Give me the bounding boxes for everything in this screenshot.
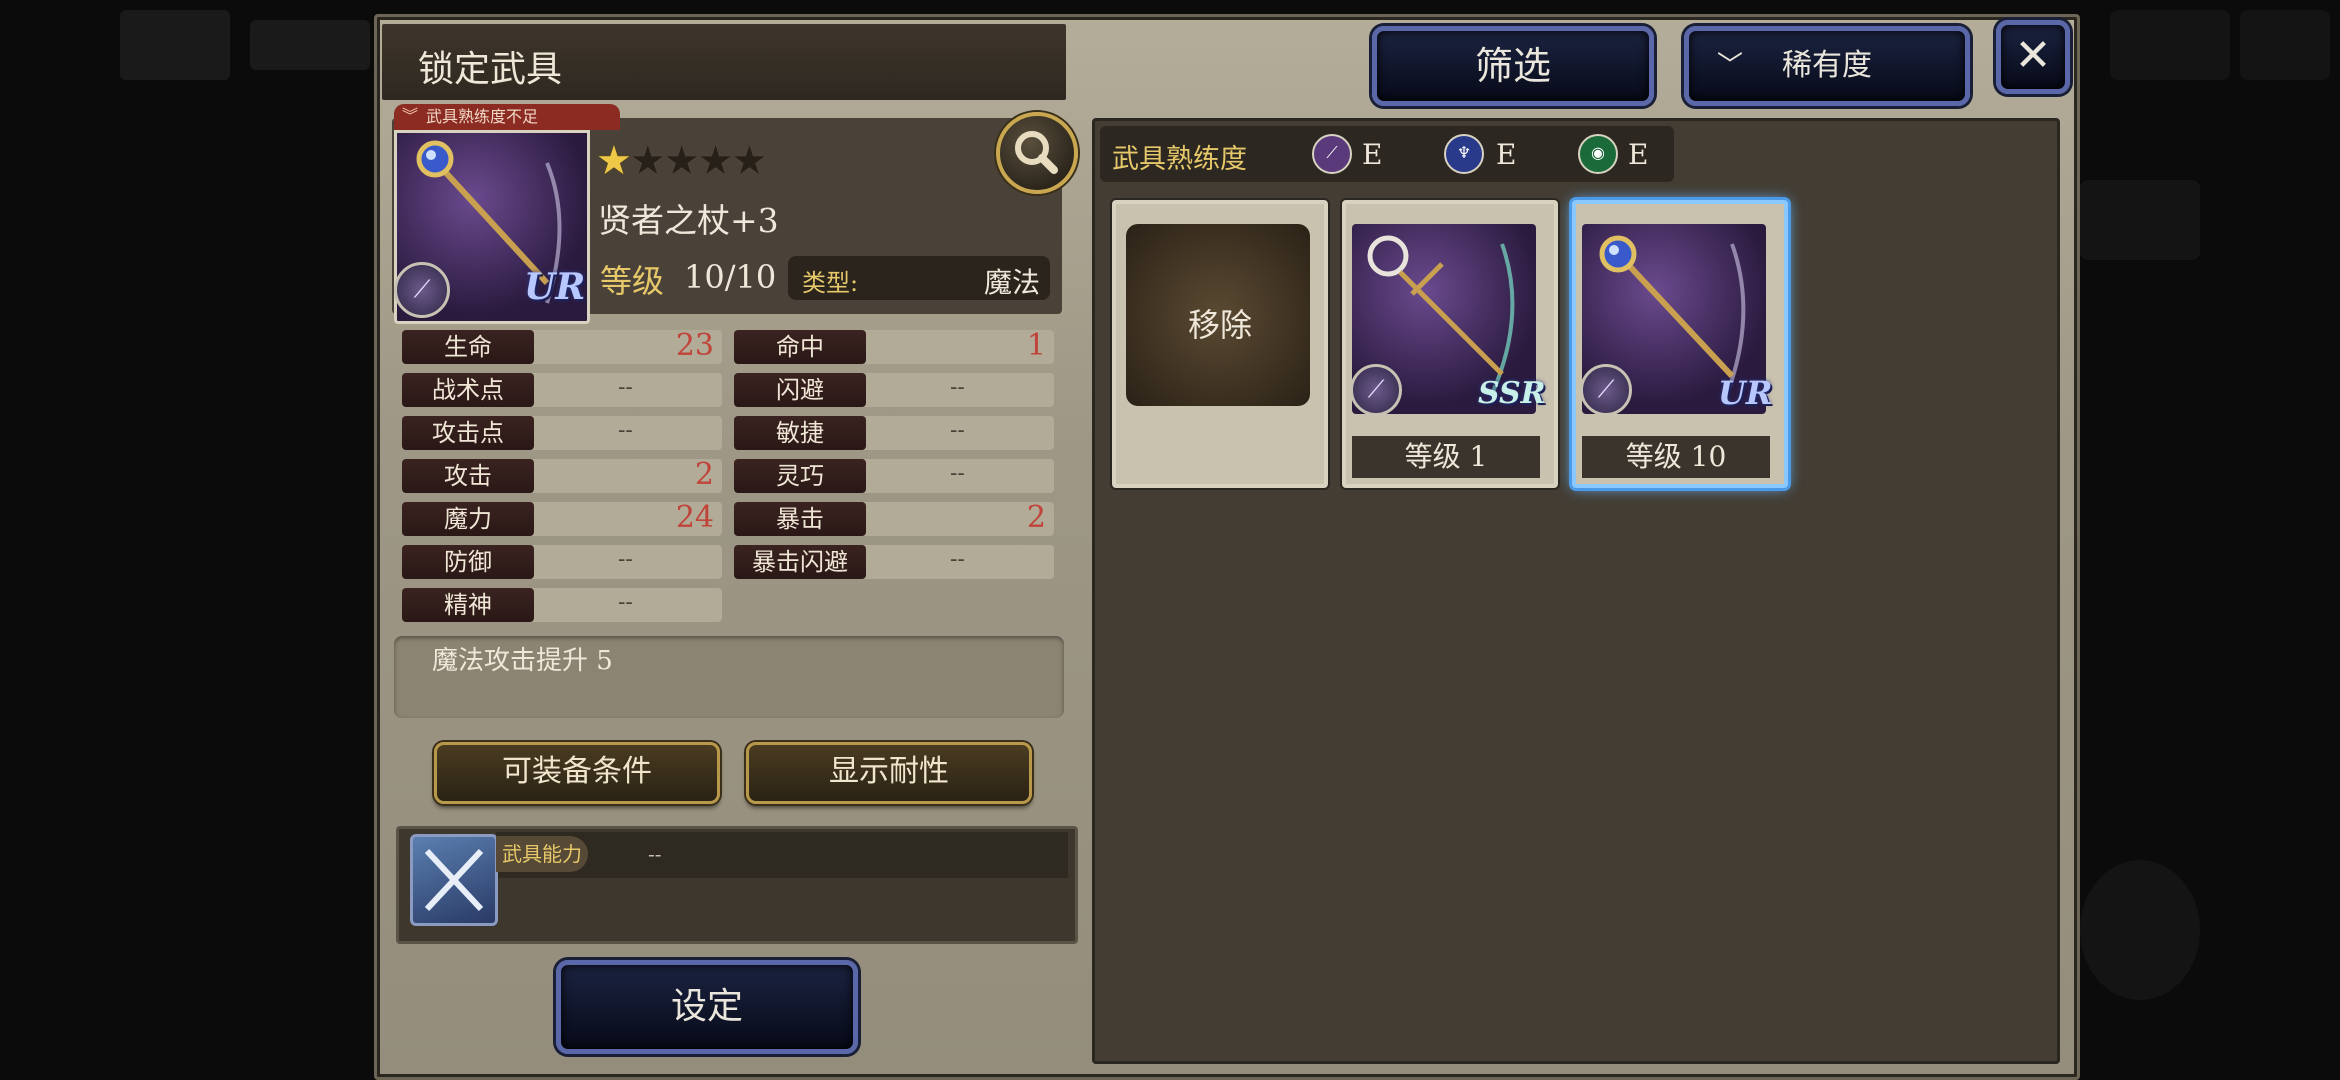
stat-name: 战术点 <box>402 373 534 407</box>
stat-row-spirit: 精神 -- <box>402 588 722 622</box>
title-bar: 锁定武具 <box>382 24 1066 100</box>
stat-row-hit: 命中 1 <box>734 328 1054 364</box>
close-icon: ✕ <box>2014 30 2052 81</box>
magnify-button[interactable] <box>996 112 1078 194</box>
stat-name: 暴击闪避 <box>734 545 866 579</box>
close-button[interactable]: ✕ <box>1996 20 2070 94</box>
shield-icon: ◉ <box>1578 134 1618 174</box>
stat-value: 2 <box>694 457 714 492</box>
staff-type-icon: ⟋ <box>1580 364 1632 416</box>
star-icon-filled: ★ <box>596 138 632 184</box>
panel-title: 锁定武具 <box>418 49 563 90</box>
show-resistance-button[interactable]: 显示耐性 <box>746 742 1032 804</box>
proficiency-grade-shield: E <box>1628 138 1649 171</box>
equip-conditions-button[interactable]: 可装备条件 <box>434 742 720 804</box>
sort-rarity-label: 稀有度 <box>1782 48 1872 83</box>
proficiency-label: 武具熟练度 <box>1112 144 1247 175</box>
stat-name: 敏捷 <box>734 416 866 450</box>
stat-row-critical-evasion: 暴击闪避 -- <box>734 545 1054 579</box>
filter-button[interactable]: 筛选 <box>1372 26 1654 106</box>
staff-icon: ♆ <box>1444 134 1484 174</box>
proficiency-grade-staff: E <box>1496 138 1517 171</box>
weapon-ability-value: -- <box>648 842 662 866</box>
stat-row-hp: 生命 23 <box>402 328 722 364</box>
stat-row-tp: 战术点 -- <box>402 373 722 407</box>
proficiency-warning-text: 武具熟练度不足 <box>426 107 539 126</box>
stat-value: -- <box>950 547 965 572</box>
card-rarity-badge: UR <box>1718 374 1773 412</box>
rarity-badge: UR <box>524 266 586 308</box>
stat-value: 24 <box>675 500 714 535</box>
stat-value: 2 <box>1026 500 1046 535</box>
level-value: 10/10 <box>684 258 777 296</box>
double-chevron-icon: ︾ <box>402 106 419 125</box>
staff-type-icon: ⟋ <box>1350 364 1402 416</box>
stat-row-dexterity: 灵巧 -- <box>734 459 1054 493</box>
stat-row-attack: 攻击 2 <box>402 457 722 493</box>
background-right-circle <box>2080 860 2200 1000</box>
stat-name: 灵巧 <box>734 459 866 493</box>
staff-type-icon: ⟋ <box>394 262 450 318</box>
type-value: 魔法 <box>984 266 1041 299</box>
ability-icon-graphic <box>424 848 484 912</box>
stat-row-defense: 防御 -- <box>402 545 722 579</box>
stat-name: 攻击点 <box>402 416 534 450</box>
stat-value: 23 <box>675 328 714 363</box>
weapon-ability-label: 武具能力 <box>496 836 588 872</box>
stat-name: 命中 <box>734 330 866 364</box>
stat-name: 防御 <box>402 545 534 579</box>
card-level: 等级 1 <box>1352 436 1540 478</box>
stat-value: -- <box>618 590 633 615</box>
card-rarity-badge: SSR <box>1478 376 1546 411</box>
stat-name: 闪避 <box>734 373 866 407</box>
weapon-card-ssr[interactable]: ⟋ SSR 等级 1 <box>1342 200 1558 488</box>
stat-row-ap: 攻击点 -- <box>402 416 722 450</box>
stat-row-magic: 魔力 24 <box>402 500 722 536</box>
card-level: 等级 10 <box>1582 436 1770 478</box>
star-icon-empty: ★ <box>663 138 700 184</box>
stat-value: -- <box>618 375 633 400</box>
type-label: 类型: <box>802 269 859 297</box>
background-right-menu <box>2110 10 2230 80</box>
remove-label: 移除 <box>1187 306 1252 344</box>
stat-name: 生命 <box>402 330 534 364</box>
stat-row-critical: 暴击 2 <box>734 500 1054 536</box>
effect-text: 魔法攻击提升 5 <box>432 646 613 676</box>
background-left-label <box>250 20 370 70</box>
sort-rarity-dropdown[interactable]: ﹀ 稀有度 <box>1684 26 1970 106</box>
star-icon-empty: ★ <box>629 138 666 184</box>
stat-value: -- <box>950 375 965 400</box>
stat-name: 暴击 <box>734 502 866 536</box>
star-icon-empty: ★ <box>731 138 767 184</box>
remove-card[interactable]: 移除 <box>1112 200 1328 488</box>
star-rating: ★★★★★ <box>596 138 767 184</box>
proficiency-grade-sword: E <box>1362 138 1383 171</box>
stat-name: 魔力 <box>402 502 534 536</box>
stat-value: -- <box>618 418 633 443</box>
level-label: 等级 <box>600 262 665 300</box>
weapon-name: 贤者之杖+3 <box>598 201 779 240</box>
sword-icon: ⟋ <box>1312 134 1352 174</box>
stat-value: -- <box>950 461 965 486</box>
set-button[interactable]: 设定 <box>556 960 858 1054</box>
star-icon-empty: ★ <box>697 138 734 184</box>
search-icon <box>1015 131 1058 174</box>
crossed-swords-icon <box>410 834 498 926</box>
stat-name: 攻击 <box>402 459 534 493</box>
stat-value: -- <box>950 418 965 443</box>
background-right-item <box>2080 180 2200 260</box>
background-right-menu-2 <box>2240 10 2330 80</box>
stat-value: -- <box>618 547 633 572</box>
chevron-down-icon: ﹀ <box>1717 51 1744 81</box>
stat-value: 1 <box>1026 328 1046 363</box>
proficiency-warning-badge: ︾ 武具熟练度不足 <box>394 104 620 130</box>
stat-row-agility: 敏捷 -- <box>734 416 1054 450</box>
stat-name: 精神 <box>402 588 534 622</box>
background-left-button <box>120 10 230 80</box>
stat-row-evasion: 闪避 -- <box>734 373 1054 407</box>
weapon-card-ur-selected[interactable]: ⟋ UR 等级 10 <box>1572 200 1788 488</box>
